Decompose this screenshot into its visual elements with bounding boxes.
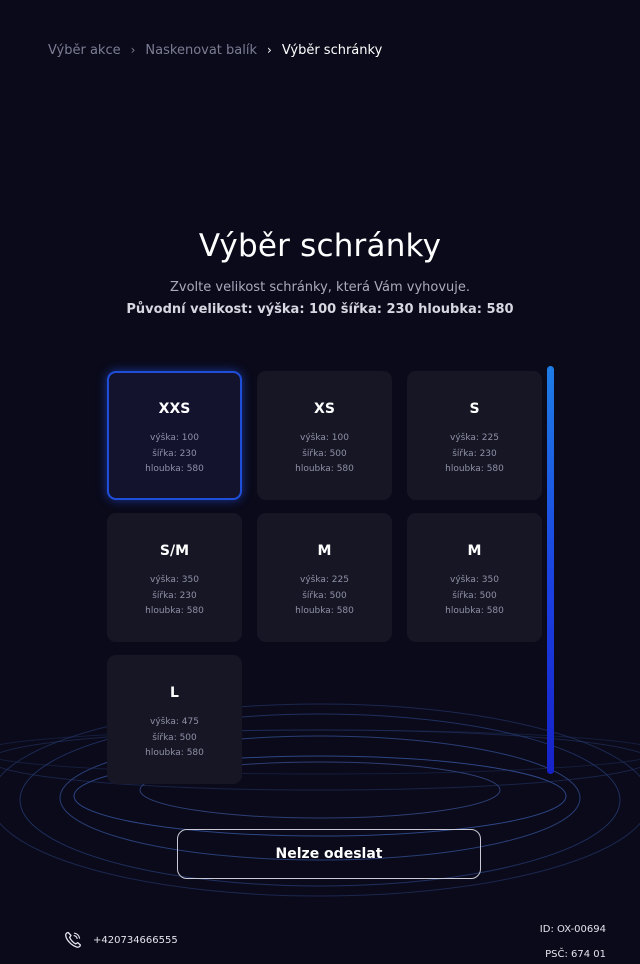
box-width: šířka: 500 (152, 732, 197, 743)
breadcrumb: Výběr akce › Naskenovat balík › Výběr schrán… (48, 43, 382, 58)
box-height: výška: 475 (150, 717, 199, 727)
box-depth: hloubka: 580 (295, 464, 354, 474)
box-depth: hloubka: 580 (445, 464, 504, 474)
box-dimensions: výška: 100 šířka: 230 hloubka: 580 (109, 431, 240, 478)
box-depth: hloubka: 580 (145, 606, 204, 616)
box-size-label: XS (314, 401, 335, 417)
send-button[interactable]: Nelze odeslat (177, 829, 481, 879)
box-height: výška: 225 (300, 575, 349, 585)
box-depth: hloubka: 580 (145, 464, 204, 474)
box-card-sm[interactable]: S/M výška: 350 šířka: 230 hloubka: 580 (107, 513, 242, 642)
box-height: výška: 100 (150, 433, 199, 443)
box-height: výška: 350 (450, 575, 499, 585)
box-height: výška: 225 (450, 433, 499, 443)
box-depth: hloubka: 580 (145, 748, 204, 758)
box-dimensions: výška: 475 šířka: 500 hloubka: 580 (107, 715, 242, 762)
box-dimensions: výška: 350 šířka: 500 hloubka: 580 (407, 573, 542, 620)
box-card-xxs[interactable]: XXS výška: 100 šířka: 230 hloubka: 580 (107, 371, 242, 500)
box-width: šířka: 230 (452, 448, 497, 459)
box-width: šířka: 230 (152, 448, 197, 459)
phone-icon (63, 930, 83, 950)
box-size-label: L (170, 685, 179, 701)
box-width: šířka: 500 (302, 590, 347, 601)
box-card-l[interactable]: L výška: 475 šířka: 500 hloubka: 580 (107, 655, 242, 784)
box-card-xs[interactable]: XS výška: 100 šířka: 500 hloubka: 580 (257, 371, 392, 500)
box-dimensions: výška: 225 šířka: 230 hloubka: 580 (407, 431, 542, 478)
box-dimensions: výška: 225 šířka: 500 hloubka: 580 (257, 573, 392, 620)
box-depth: hloubka: 580 (295, 606, 354, 616)
box-dimensions: výška: 100 šířka: 500 hloubka: 580 (257, 431, 392, 478)
page-subtitle: Zvolte velikost schránky, která Vám vyho… (169, 280, 471, 295)
device-id: ID: OX-00694 (539, 924, 606, 935)
box-size-label: S/M (159, 543, 190, 559)
box-width: šířka: 230 (152, 590, 197, 601)
box-size-label: XXS (158, 401, 191, 417)
box-width: šířka: 500 (302, 448, 347, 459)
breadcrumb-item-action[interactable]: Výběr akce (48, 43, 121, 58)
original-size-info: Původní velikost: výška: 100 šířka: 230 … (126, 302, 514, 317)
box-height: výška: 100 (300, 433, 349, 443)
box-width: šířka: 500 (452, 590, 497, 601)
page-title: Výběr schránky (198, 228, 442, 264)
box-card-m-tall[interactable]: M výška: 350 šířka: 500 hloubka: 580 (407, 513, 542, 642)
postal-code: PSČ: 674 01 (545, 949, 606, 960)
breadcrumb-item-current: Výběr schránky (281, 43, 383, 58)
breadcrumb-item-scan[interactable]: Naskenovat balík (145, 43, 257, 58)
scrollbar[interactable] (547, 366, 554, 774)
box-card-m[interactable]: M výška: 225 šířka: 500 hloubka: 580 (257, 513, 392, 642)
box-height: výška: 350 (150, 575, 199, 585)
box-depth: hloubka: 580 (445, 606, 504, 616)
box-size-label: M (317, 543, 332, 559)
box-size-label: M (467, 543, 482, 559)
breadcrumb-separator: › (267, 43, 272, 57)
box-card-s[interactable]: S výška: 225 šířka: 230 hloubka: 580 (407, 371, 542, 500)
phone-number: +420734666555 (93, 934, 178, 946)
breadcrumb-separator: › (130, 43, 136, 57)
box-size-label: S (469, 401, 480, 417)
box-dimensions: výška: 350 šířka: 230 hloubka: 580 (107, 573, 242, 620)
phone-contact: +420734666555 (63, 930, 178, 950)
